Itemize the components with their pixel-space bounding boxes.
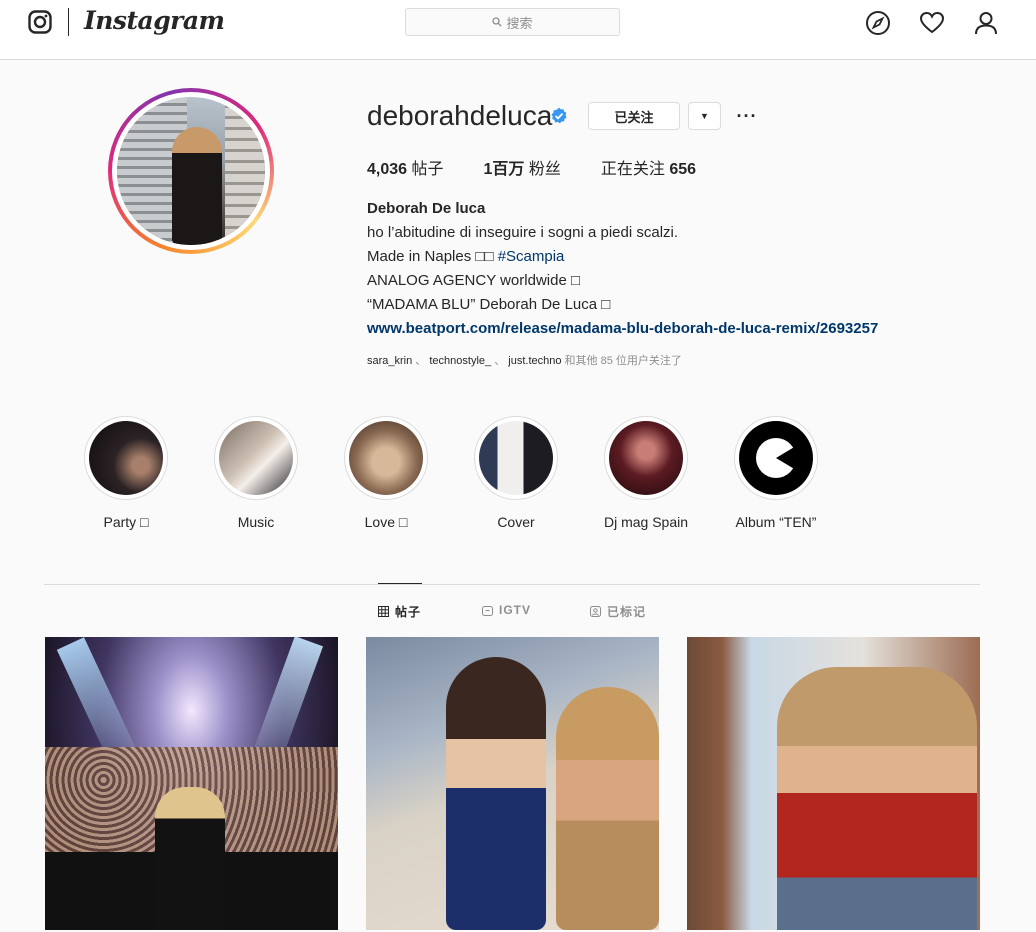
followed-by-user[interactable]: sara_krin — [367, 355, 412, 367]
post-dj-figure — [155, 787, 225, 930]
post-thumbnail[interactable] — [687, 637, 980, 930]
tab-tagged[interactable]: 已标记 — [590, 603, 646, 620]
post-thumbnail[interactable] — [366, 637, 659, 930]
more-options-button[interactable]: ··· — [734, 102, 760, 130]
highlight-ring — [344, 416, 428, 500]
tabs-divider — [44, 584, 980, 585]
profile-user-icon[interactable] — [973, 10, 999, 36]
highlight-label: Love □ — [364, 514, 408, 530]
highlight-ring — [474, 416, 558, 500]
highlight-cover[interactable]: Cover — [474, 416, 558, 530]
instagram-camera-icon[interactable] — [28, 10, 52, 34]
bio-line-4: “MADAMA BLU” Deborah De Luca □ — [367, 296, 611, 313]
highlight-cover — [219, 421, 293, 495]
highlight-label: Music — [237, 514, 275, 530]
followed-by[interactable]: sara_krin 、 technostyle_ 、 just.techno 和… — [367, 352, 682, 368]
posts-count: 4,036 帖子 — [367, 155, 444, 179]
highlight-music[interactable]: Music — [214, 416, 298, 530]
search-placeholder: 搜索 — [506, 15, 533, 31]
followers-value: 1百万 — [483, 161, 525, 178]
post-thumbnail[interactable] — [45, 637, 338, 930]
highlight-cover — [89, 421, 163, 495]
highlight-cover — [739, 421, 813, 495]
post-person — [556, 687, 659, 930]
post-person — [777, 667, 977, 930]
highlight-cover — [479, 421, 553, 495]
highlight-party[interactable]: Party □ — [84, 416, 168, 530]
following-value: 656 — [669, 161, 697, 178]
followers-count[interactable]: 1百万 粉丝 — [484, 155, 561, 179]
followed-by-separator: 、 — [412, 355, 430, 367]
highlight-dj-mag-spain[interactable]: Dj mag Spain — [604, 416, 688, 530]
bio-line-1: ho l’abitudine di inseguire i sogni a pi… — [367, 224, 679, 241]
tab-posts[interactable]: 帖子 — [378, 603, 421, 620]
bio-line-2: Made in Naples □□ #Scampia — [367, 245, 967, 269]
followed-by-rest: 和其他 85 位用户关注了 — [561, 355, 682, 367]
highlight-ring — [734, 416, 818, 500]
following-label: 正在关注 — [600, 161, 670, 178]
posts-label: 帖子 — [407, 161, 444, 178]
tab-igtv-label: IGTV — [499, 603, 532, 617]
activity-heart-icon[interactable] — [919, 10, 945, 36]
search-icon — [492, 17, 503, 27]
highlight-label: Dj mag Spain — [603, 514, 689, 530]
explore-compass-icon[interactable] — [865, 10, 891, 36]
avatar-photo — [117, 97, 265, 245]
followed-by-separator: 、 — [491, 355, 509, 367]
logo-divider — [68, 8, 69, 36]
active-tab-indicator — [378, 583, 422, 584]
bio-hashtag-link[interactable]: #Scampia — [498, 248, 565, 265]
highlight-label: Party □ — [103, 514, 149, 530]
bio-full-name: Deborah De luca — [367, 200, 486, 217]
tagged-user-icon — [590, 606, 601, 617]
following-button[interactable]: 已关注 — [588, 102, 680, 130]
highlight-cover — [349, 421, 423, 495]
profile-stats: 4,036 帖子 1百万 粉丝 正在关注 656 — [367, 155, 736, 179]
avatar-person — [172, 127, 222, 245]
highlight-ring — [84, 416, 168, 500]
more-dots-icon: ··· — [736, 105, 758, 126]
posts-value: 4,036 — [367, 161, 408, 178]
bio-external-link[interactable]: www.beatport.com/release/madama-blu-debo… — [367, 317, 967, 341]
grid-icon — [378, 606, 389, 617]
verified-badge-icon — [551, 107, 567, 124]
tab-posts-label: 帖子 — [395, 605, 422, 619]
bio-line-2-text: Made in Naples □□ — [367, 248, 498, 265]
tab-igtv[interactable]: IGTV — [482, 603, 531, 617]
avatar-border — [112, 92, 270, 250]
avatar-building-right — [225, 97, 265, 245]
profile-username: deborahdeluca — [367, 100, 553, 131]
suggested-dropdown-button[interactable]: ▼ — [688, 102, 721, 130]
post-person — [446, 657, 546, 930]
followed-by-user[interactable]: just.techno — [508, 355, 561, 367]
profile-avatar[interactable] — [108, 88, 274, 254]
search-input[interactable]: 搜索 — [405, 8, 620, 36]
igtv-icon — [482, 605, 493, 616]
following-count[interactable]: 正在关注 656 — [601, 155, 696, 179]
top-navigation: Instagram 搜索 — [0, 0, 1036, 60]
highlight-ring — [604, 416, 688, 500]
instagram-wordmark[interactable]: Instagram — [84, 6, 225, 35]
tab-tagged-label: 已标记 — [607, 605, 647, 619]
followed-by-user[interactable]: technostyle_ — [429, 355, 491, 367]
album-logo-icon — [756, 438, 801, 478]
bio-line-3: ANALOG AGENCY worldwide □ — [367, 272, 581, 289]
highlight-ring — [214, 416, 298, 500]
highlight-label: Cover — [497, 514, 535, 530]
highlight-album-ten[interactable]: Album “TEN” — [734, 416, 818, 530]
profile-bio: Deborah De luca ho l’abitudine di insegu… — [367, 197, 967, 341]
highlight-love[interactable]: Love □ — [344, 416, 428, 530]
highlight-cover — [609, 421, 683, 495]
highlight-label: Album “TEN” — [735, 514, 817, 530]
followers-label: 粉丝 — [524, 161, 561, 178]
chevron-down-icon: ▼ — [700, 111, 709, 121]
